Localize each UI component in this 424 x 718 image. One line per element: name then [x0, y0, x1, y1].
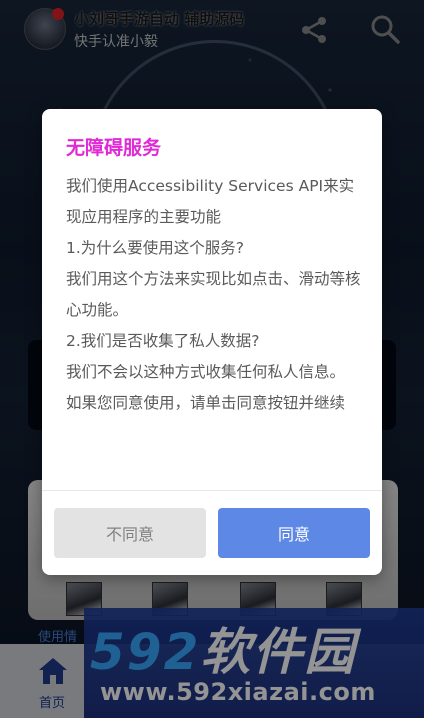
dialog-paragraph: 1.为什么要使用这个服务?	[66, 239, 245, 257]
dialog-paragraph: 2.我们是否收集了私人数据?	[66, 332, 260, 350]
dialog-paragraph: 我们用这个方法来实现比如点击、滑动等核心功能。	[66, 270, 361, 319]
accessibility-dialog: 无障碍服务 我们使用Accessibility Services API来实现应…	[42, 109, 382, 575]
dialog-title: 无障碍服务	[66, 137, 162, 159]
dialog-body: 我们使用Accessibility Services API来实现应用程序的主要…	[66, 171, 362, 419]
dialog-paragraph: 我们不会以这种方式收集任何私人信息。	[66, 363, 346, 381]
agree-button[interactable]: 同意	[218, 508, 370, 558]
dialog-divider	[42, 490, 382, 491]
dialog-paragraph: 我们使用Accessibility Services API来实现应用程序的主要…	[66, 177, 355, 226]
dialog-paragraph: 如果您同意使用，请单击同意按钮并继续	[66, 394, 346, 412]
disagree-button[interactable]: 不同意	[54, 508, 206, 558]
